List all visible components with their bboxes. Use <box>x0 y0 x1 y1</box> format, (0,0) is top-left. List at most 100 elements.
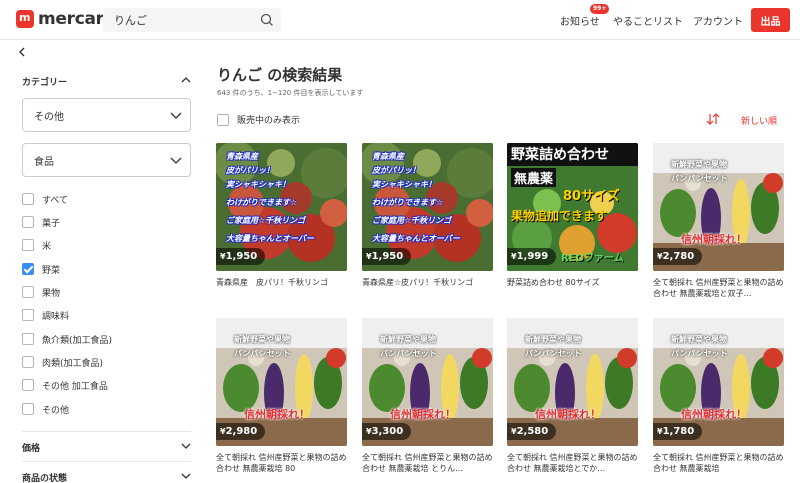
condition-heading[interactable]: 商品の状態 <box>22 471 67 483</box>
checkbox[interactable] <box>22 403 34 415</box>
nav-account[interactable]: アカウント <box>693 0 743 40</box>
checkbox-row[interactable]: 魚介類(加工食品) <box>22 332 112 346</box>
checkbox-row[interactable]: 米 <box>22 238 51 252</box>
overlay-text: 新鮮野菜や果物 <box>234 335 290 344</box>
checkbox-row[interactable]: その他 加工食品 <box>22 378 108 392</box>
checkbox[interactable] <box>22 309 34 321</box>
checkbox-label: 菓子 <box>42 218 61 229</box>
item-name[interactable]: 青森県産 皮パリ！千秋リンゴ <box>216 277 347 288</box>
overlay-text: 皮がパリッ！ <box>372 166 420 175</box>
search-icon[interactable] <box>259 12 275 28</box>
checkbox-row[interactable]: 菓子 <box>22 215 60 229</box>
overlay-text: 皮がパリッ！ <box>226 166 274 175</box>
item-card[interactable]: 野菜詰め合わせ 無農薬 80サイズ 果物追加できます REOファーム ¥1,99… <box>507 143 638 288</box>
overlay-text: 野菜詰め合わせ <box>511 147 609 163</box>
item-thumbnail[interactable]: 新鮮野菜や果物 パンパンセット 信州朝採れ！ ¥2,580 <box>507 318 638 446</box>
item-name[interactable]: 全て朝採れ 信州産野菜と果物の詰め合わせ 無農薬栽培と双子… <box>653 277 784 299</box>
price-value: 2,980 <box>225 426 258 437</box>
checkbox-row[interactable]: 肉類(加工食品) <box>22 355 103 369</box>
overlay-text: 信州朝採れ！ <box>681 233 747 246</box>
category-heading: カテゴリー <box>22 78 68 88</box>
on-sale-label: 販売中のみ表示 <box>237 116 301 126</box>
checkbox[interactable] <box>22 193 34 205</box>
checkbox-row[interactable]: 果物 <box>22 285 60 299</box>
overlay-text: ご家庭用☆千秋リンゴ <box>226 216 306 225</box>
on-sale-checkbox[interactable] <box>217 113 229 126</box>
checkbox-row[interactable]: 調味料 <box>22 308 69 322</box>
overlay-text: 新鮮野菜や果物 <box>380 335 436 344</box>
item-name[interactable]: 青森県産☆皮パリ！千秋リンゴ <box>362 277 493 288</box>
overlay-text: 信州朝採れ！ <box>390 408 456 421</box>
item-thumbnail[interactable]: 新鮮野菜や果物 パンパンセット 信州朝採れ！ ¥3,300 <box>362 318 493 446</box>
overlay-text: 信州朝採れ！ <box>535 408 601 421</box>
item-name[interactable]: 全て朝採れ 信州産野菜と果物の詰め合わせ 無農薬栽培 80 <box>216 452 347 474</box>
price-tag: ¥1,780 <box>653 423 703 440</box>
page-title: りんご の検索結果 <box>217 66 343 84</box>
checkbox-checked[interactable] <box>22 263 34 275</box>
checkbox-row[interactable]: すべて <box>22 192 68 206</box>
item-thumbnail[interactable]: 野菜詰め合わせ 無農薬 80サイズ 果物追加できます REOファーム ¥1,99… <box>507 143 638 271</box>
category-select-2[interactable]: 食品 <box>22 143 191 177</box>
item-thumbnail[interactable]: 新鮮野菜や果物 パンパンセット 信州朝採れ！ ¥2,980 <box>216 318 347 446</box>
price-value: 1,999 <box>516 251 549 262</box>
result-count: 643 件のうち、1−120 件目を表示しています <box>217 89 364 97</box>
overlay-text: パンパンセット <box>671 349 728 358</box>
item-card[interactable]: 新鮮野菜や果物 パンパンセット 信州朝採れ！ ¥2,980 全て朝採れ 信州産野… <box>216 318 347 474</box>
divider <box>22 431 191 432</box>
price-tag: ¥2,580 <box>507 423 557 440</box>
item-name[interactable]: 全て朝採れ 信州産野菜と果物の詰め合わせ 無農薬栽培 とりん… <box>362 452 493 474</box>
item-thumbnail[interactable]: 青森県産 皮がパリッ！ 実シャキシャキ！ わけがりできます☆ ご家庭用☆千秋リン… <box>216 143 347 271</box>
item-thumbnail[interactable]: 新鮮野菜や果物 パンパンセット 信州朝採れ！ ¥1,780 <box>653 318 784 446</box>
back-arrow-icon[interactable] <box>16 46 28 58</box>
overlay-text: 新鮮野菜や果物 <box>671 335 727 344</box>
mercari-logo[interactable]: mercari <box>16 9 110 29</box>
checkbox[interactable] <box>22 356 34 368</box>
item-name[interactable]: 野菜詰め合わせ 80サイズ <box>507 277 638 288</box>
item-name[interactable]: 全て朝採れ 信州産野菜と果物の詰め合わせ 無農薬栽培 <box>653 452 784 474</box>
item-card[interactable]: 青森県産 皮がパリッ！ 実シャキシャキ！ わけがりできます☆ ご家庭用☆千秋リン… <box>216 143 347 288</box>
search-input[interactable]: りんご <box>103 8 281 32</box>
item-card[interactable]: 新鮮野菜や果物 パンパンセット 信州朝採れ！ ¥2,780 全て朝採れ 信州産野… <box>653 143 784 299</box>
nav-notifications[interactable]: お知らせ 99+ <box>560 0 610 40</box>
category-select-1[interactable]: その他 <box>22 98 191 132</box>
item-thumbnail[interactable]: 青森県産 皮がパリッ！ 実シャキシャキ！ わけがりできます☆ ご家庭用☆千秋リン… <box>362 143 493 271</box>
overlay-text: パンパンセット <box>525 349 582 358</box>
item-card[interactable]: 新鮮野菜や果物 パンパンセット 信州朝採れ！ ¥2,580 全て朝採れ 信州産野… <box>507 318 638 474</box>
search-value: りんご <box>114 14 147 27</box>
item-name[interactable]: 全て朝採れ 信州産野菜と果物の詰め合わせ 無農薬栽培とでか… <box>507 452 638 474</box>
nav-todo-list[interactable]: やることリスト <box>613 0 683 40</box>
sort-icon[interactable] <box>706 113 720 125</box>
checkbox[interactable] <box>22 379 34 391</box>
overlay-text: 大容量ちゃんとオーバー <box>372 234 460 243</box>
price-tag: ¥2,780 <box>653 248 703 265</box>
select-2-value: 食品 <box>34 156 54 168</box>
item-thumbnail[interactable]: 新鮮野菜や果物 パンパンセット 信州朝採れ！ ¥2,780 <box>653 143 784 271</box>
chevron-down-icon[interactable] <box>180 440 192 452</box>
checkbox-row[interactable]: 野菜 <box>22 262 60 276</box>
checkbox[interactable] <box>22 286 34 298</box>
checkbox-label: すべて <box>42 195 69 206</box>
checkbox-row[interactable]: その他 <box>22 402 69 416</box>
overlay-text: 果物追加できます <box>511 209 608 223</box>
price-value: 1,780 <box>662 426 695 437</box>
chevron-down-icon[interactable] <box>180 470 192 482</box>
on-sale-only-toggle[interactable]: 販売中のみ表示 <box>217 113 300 126</box>
overlay-text: 実シャキシャキ！ <box>372 180 436 189</box>
overlay-text: 新鮮野菜や果物 <box>525 335 581 344</box>
checkbox-label: 野菜 <box>42 265 61 276</box>
sort-order-label[interactable]: 新しい順 <box>741 114 777 127</box>
item-card[interactable]: 新鮮野菜や果物 パンパンセット 信州朝採れ！ ¥3,300 全て朝採れ 信州産野… <box>362 318 493 474</box>
checkbox[interactable] <box>22 333 34 345</box>
price-value: 2,580 <box>516 426 549 437</box>
price-heading[interactable]: 価格 <box>22 441 40 454</box>
price-tag: ¥1,950 <box>216 248 266 265</box>
logo-text: mercari <box>38 9 110 29</box>
chevron-up-icon[interactable] <box>180 74 192 86</box>
price-value: 1,950 <box>225 251 258 262</box>
checkbox[interactable] <box>22 216 34 228</box>
item-card[interactable]: 新鮮野菜や果物 パンパンセット 信州朝採れ！ ¥1,780 全て朝採れ 信州産野… <box>653 318 784 474</box>
checkbox[interactable] <box>22 239 34 251</box>
item-card[interactable]: 青森県産 皮がパリッ！ 実シャキシャキ！ わけがりできます☆ ご家庭用☆千秋リン… <box>362 143 493 288</box>
overlay-text: 実シャキシャキ！ <box>226 180 290 189</box>
sell-button[interactable]: 出品 <box>751 8 790 32</box>
